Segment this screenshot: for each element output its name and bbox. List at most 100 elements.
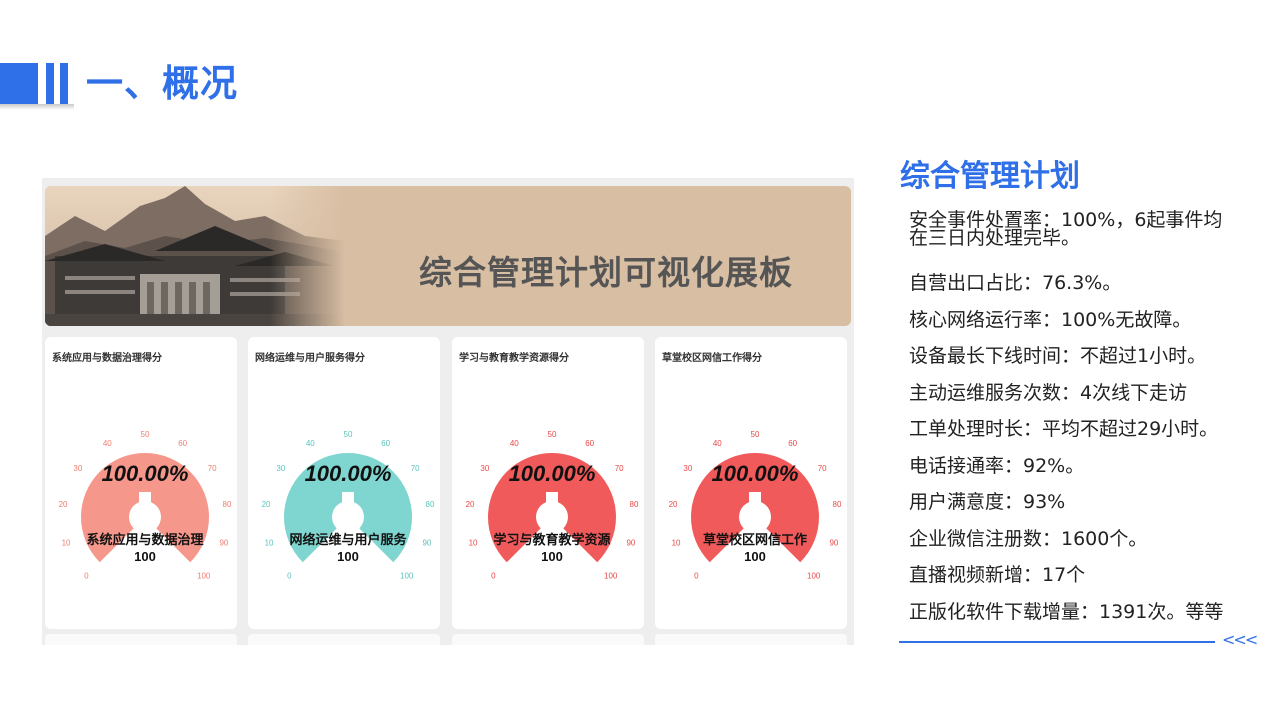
gauge-percent-label: 100.00% — [102, 461, 189, 486]
gauge-tick-label: 20 — [466, 500, 475, 509]
dashboard-image: 综合管理计划可视化展板 系统应用与数据治理得分 0 10 20 30 40 50 60 70 8… — [42, 178, 854, 645]
metric-item: 用户满意度：93% — [909, 491, 1066, 513]
gauge-tick-label: 10 — [265, 539, 274, 548]
gauge-tick-label: 90 — [626, 539, 635, 548]
gauge-tick-label: 60 — [788, 439, 797, 448]
gauge-tick-label: 0 — [694, 572, 699, 581]
gauge-needle-gap — [139, 492, 151, 514]
gauge-tick-label: 10 — [672, 539, 681, 548]
gauge-tick-label: 20 — [59, 500, 68, 509]
gauge-tick-label: 100 — [604, 572, 618, 581]
section-title: 综合管理计划 — [900, 159, 1080, 194]
gauge-percent-label: 100.00% — [712, 461, 799, 486]
gauge-tick-label: 0 — [287, 572, 292, 581]
card-title: 学习与教育教学资源得分 — [459, 353, 569, 364]
page-title: 一、概况 — [86, 62, 238, 105]
metric-item: 正版化软件下载增量：1391次。等等 — [909, 600, 1224, 623]
gauge-needle-gap — [749, 492, 761, 514]
gauge-tick-label: 40 — [713, 439, 722, 448]
gauge-name-label: 系统应用与数据治理 — [86, 532, 203, 548]
gauge-tick-label: 50 — [141, 430, 150, 439]
metric-item: 企业微信注册数：1600个。 — [909, 527, 1148, 550]
gauge-tick-label: 30 — [73, 464, 82, 473]
gauge-card: 学习与教育教学资源得分 0 10 20 30 40 50 60 70 80 90 100 100.00… — [452, 337, 644, 629]
gauge-tick-label: 50 — [344, 430, 353, 439]
gauge-chart: 0102030405060708090100100.00%系统应用与数据治理10… — [59, 430, 232, 581]
gauge-name-label: 网络运维与用户服务 — [289, 532, 407, 548]
gauge-tick-label: 100 — [197, 572, 211, 581]
card-title: 系统应用与数据治理得分 — [52, 353, 162, 364]
metrics-list: 安全事件处置率：100%，6起事件均 在三日内处理完毕。 自营出口占比：76.3… — [909, 211, 1269, 630]
gauge-tick-label: 70 — [615, 464, 624, 473]
gauge-percent-label: 100.00% — [509, 461, 596, 486]
gauge-tick-label: 70 — [818, 464, 827, 473]
gauge-name-label: 学习与教育教学资源 — [493, 532, 610, 548]
gauge-tick-label: 20 — [262, 500, 271, 509]
card-title: 网络运维与用户服务得分 — [255, 353, 365, 364]
gauge-tick-label: 30 — [683, 464, 692, 473]
metric-item: 主动运维服务次数：4次线下走访 — [909, 381, 1188, 404]
gauge-tick-label: 10 — [469, 539, 478, 548]
gauge-tick-label: 60 — [381, 439, 390, 448]
metric-item: 在三日内处理完毕。 — [909, 227, 1081, 249]
metric-item: 电话接通率：92%。 — [909, 454, 1085, 477]
header-accent-stripe — [46, 63, 54, 104]
gauge-tick-label: 80 — [630, 500, 639, 509]
card-edge — [248, 634, 440, 645]
gauge-tick-label: 40 — [510, 439, 519, 448]
gauge-tick-label: 40 — [103, 439, 112, 448]
divider-line — [899, 641, 1215, 643]
chevron-left-icon: <<< — [1222, 630, 1258, 649]
metric-item: 核心网络运行率：100%无故障。 — [909, 308, 1192, 331]
gauge-tick-label: 30 — [276, 464, 285, 473]
gauge-tick-label: 10 — [62, 539, 71, 548]
metric-item: 设备最长下线时间：不超过1小时。 — [909, 345, 1207, 367]
gauge-tick-label: 90 — [219, 539, 228, 548]
gauge-tick-label: 0 — [84, 572, 89, 581]
gauge-chart: 0102030405060708090100100.00%网络运维与用户服务10… — [262, 430, 435, 581]
card-edge — [452, 634, 644, 645]
gauge-tick-label: 90 — [422, 539, 431, 548]
dashboard-banner: 综合管理计划可视化展板 — [45, 186, 851, 326]
gauge-tick-label: 50 — [548, 430, 557, 439]
metric-item: 直播视频新增：17个 — [909, 564, 1086, 586]
gauge-tick-label: 80 — [833, 500, 842, 509]
gauge-card: 草堂校区网信工作得分 0 10 20 30 40 50 60 70 80 90 100 100.00%… — [655, 337, 847, 629]
gauge-card: 网络运维与用户服务得分 0 10 20 30 40 50 60 70 80 90 100 100.00… — [248, 337, 440, 629]
gauge-tick-label: 60 — [585, 439, 594, 448]
gauge-score-label: 100 — [541, 549, 563, 564]
card-title: 草堂校区网信工作得分 — [662, 353, 762, 364]
campus-building-image — [45, 186, 345, 326]
gauge-needle-gap — [546, 492, 558, 514]
gauge-tick-label: 70 — [208, 464, 217, 473]
header-accent-shadow — [0, 104, 74, 110]
gauge-tick-label: 70 — [411, 464, 420, 473]
gauge-card: 系统应用与数据治理得分 0 10 20 30 40 50 60 70 80 90 100 100.00… — [45, 337, 237, 629]
gauge-percent-label: 100.00% — [305, 461, 392, 486]
metric-item: 自营出口占比：76.3%。 — [909, 272, 1122, 294]
card-edge — [45, 634, 237, 645]
gauge-chart: 0102030405060708090100100.00%学习与教育教学资源10… — [466, 430, 639, 581]
gauge-score-label: 100 — [744, 549, 766, 564]
gauge-score-label: 100 — [337, 549, 359, 564]
card-edge — [655, 634, 847, 645]
gauge-tick-label: 40 — [306, 439, 315, 448]
header-accent-block — [0, 63, 38, 104]
gauge-tick-label: 60 — [178, 439, 187, 448]
gauge-tick-label: 100 — [807, 572, 821, 581]
gauge-tick-label: 20 — [669, 500, 678, 509]
gauge-name-label: 草堂校区网信工作 — [703, 532, 807, 548]
gauge-tick-label: 80 — [426, 500, 435, 509]
metric-item: 工单处理时长：平均不超过29小时。 — [909, 418, 1219, 440]
banner-title: 综合管理计划可视化展板 — [419, 253, 793, 292]
gauge-tick-label: 80 — [223, 500, 232, 509]
gauge-tick-label: 0 — [491, 572, 496, 581]
gauge-tick-label: 30 — [480, 464, 489, 473]
gauge-tick-label: 90 — [829, 539, 838, 548]
gauge-tick-label: 100 — [400, 572, 414, 581]
gauge-tick-label: 50 — [751, 430, 760, 439]
gauge-chart: 0102030405060708090100100.00%草堂校区网信工作100 — [669, 430, 842, 581]
gauge-needle-gap — [342, 492, 354, 514]
header-accent-stripe — [60, 63, 68, 104]
gauge-score-label: 100 — [134, 549, 156, 564]
